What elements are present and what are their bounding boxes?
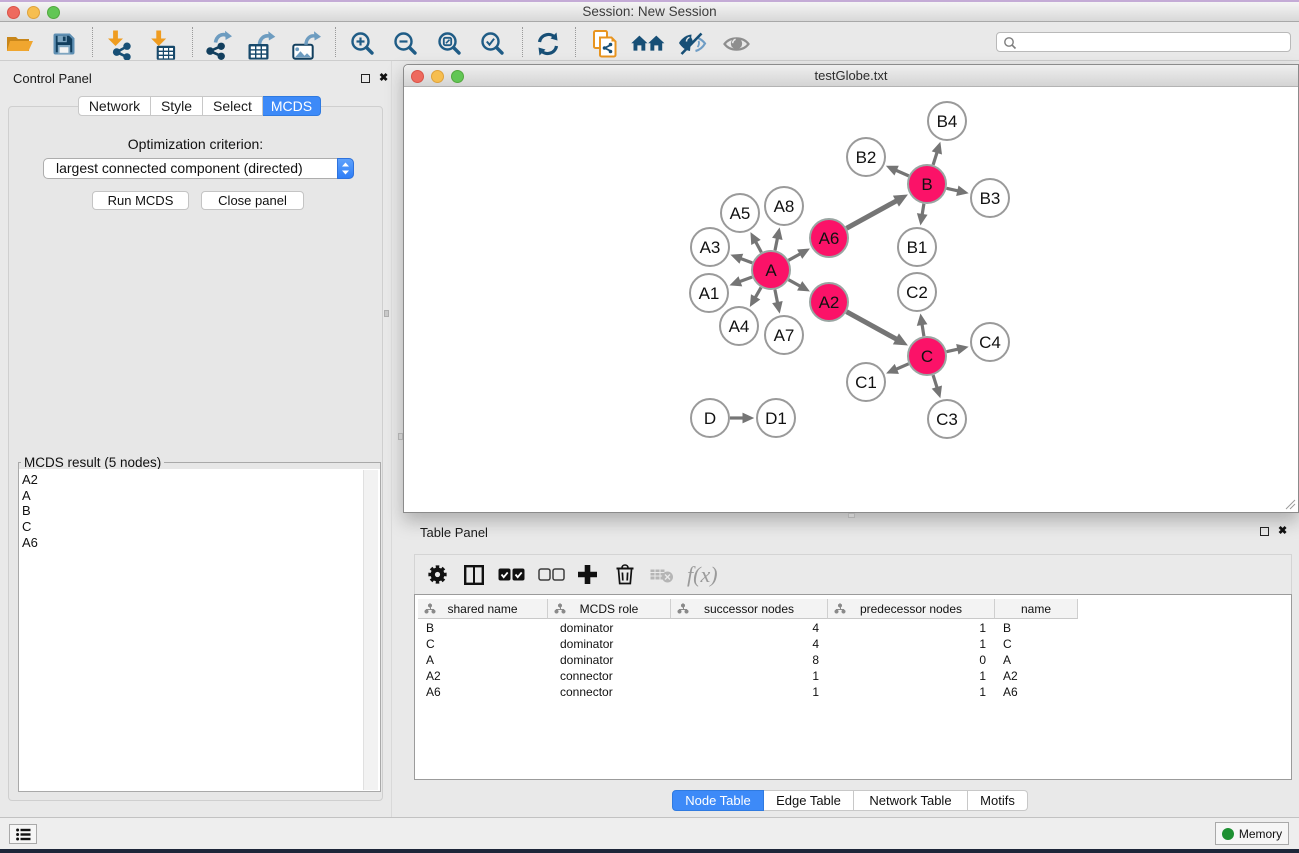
svg-text:B2: B2 bbox=[856, 148, 877, 167]
svg-text:B4: B4 bbox=[937, 112, 958, 131]
svg-text:C4: C4 bbox=[979, 333, 1001, 352]
svg-text:A1: A1 bbox=[699, 284, 720, 303]
svg-text:C1: C1 bbox=[855, 373, 877, 392]
svg-text:C3: C3 bbox=[936, 410, 958, 429]
svg-text:B1: B1 bbox=[907, 238, 928, 257]
svg-text:D: D bbox=[704, 409, 716, 428]
svg-text:C: C bbox=[921, 347, 933, 366]
svg-text:A2: A2 bbox=[819, 293, 840, 312]
svg-text:A6: A6 bbox=[819, 229, 840, 248]
svg-text:C2: C2 bbox=[906, 283, 928, 302]
svg-text:A: A bbox=[765, 261, 777, 280]
svg-text:D1: D1 bbox=[765, 409, 787, 428]
svg-text:A7: A7 bbox=[774, 326, 795, 345]
svg-text:B: B bbox=[921, 175, 932, 194]
svg-text:B3: B3 bbox=[980, 189, 1001, 208]
svg-text:A5: A5 bbox=[730, 204, 751, 223]
svg-text:A8: A8 bbox=[774, 197, 795, 216]
svg-text:A3: A3 bbox=[700, 238, 721, 257]
svg-text:A4: A4 bbox=[729, 317, 750, 336]
